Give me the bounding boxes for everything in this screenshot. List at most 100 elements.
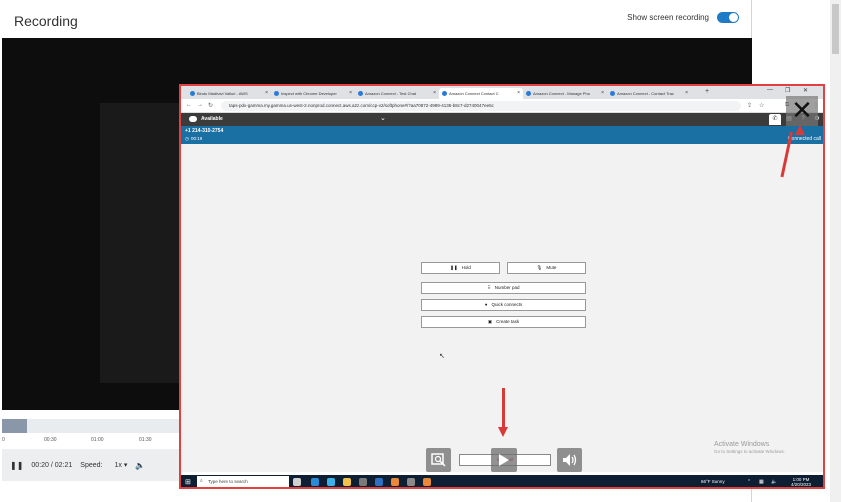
tab-close-icon[interactable]: × (685, 90, 688, 96)
annotation-arrowhead (795, 125, 805, 135)
browser-tab[interactable]: Amazon Connect - Contact Trac × (607, 88, 691, 99)
browser-tab-active[interactable]: Amazon Connect Contact C × (439, 88, 523, 99)
screen-recording-toggle-row: Show screen recording (627, 12, 739, 23)
close-recording-button[interactable]: ✕ (786, 96, 818, 126)
network-icon[interactable]: ▦ (759, 479, 764, 485)
weather-widget[interactable]: 66°F Sunny (701, 479, 725, 484)
taskbar-search-box[interactable]: ⌕ Type here to search (197, 476, 289, 487)
annotation-arrow (502, 388, 505, 428)
tab-favicon-icon (190, 91, 195, 96)
timeline-scrubber[interactable] (2, 419, 180, 433)
new-tab-button[interactable]: + (705, 88, 709, 95)
chrome-browser-icon[interactable] (423, 478, 431, 486)
taskbar-app-icon[interactable] (311, 478, 319, 486)
timeline-ticks: 0 00:30 01:00 01:30 (2, 433, 180, 445)
tab-label: Amazon Connect - Manage Pho (533, 91, 590, 96)
create-task-button[interactable]: ▣ Create task (421, 316, 586, 328)
zoom-icon[interactable] (426, 448, 451, 472)
play-button[interactable] (491, 448, 517, 472)
tab-favicon-icon (610, 91, 615, 96)
clock-icon: ◷ (185, 136, 189, 141)
tab-close-icon[interactable]: × (517, 90, 520, 96)
windows-start-icon[interactable]: ⊞ (185, 478, 191, 486)
panel-title: Recording (14, 13, 78, 29)
ccp-header: Available ⌄ ✆ ▤ ? ⚙ (181, 113, 823, 126)
tab-favicon-icon (442, 91, 447, 96)
microphone-icon: 🎙 (536, 265, 543, 270)
status-chevron-down-icon[interactable]: ⌄ (380, 114, 386, 122)
tab-close-icon[interactable]: × (349, 90, 352, 96)
activate-windows-watermark: Activate Windows Go to Settings to activ… (714, 441, 785, 454)
watermark-title: Activate Windows (714, 441, 770, 448)
quick-connects-button[interactable]: ● Quick connects (421, 299, 586, 311)
reload-icon[interactable]: ↻ (208, 102, 213, 109)
tab-label: Amazon Connect - Contact Trac (617, 91, 674, 96)
browser-tab[interactable]: Amazon Connect - Test Chat × (355, 88, 439, 99)
edge-browser-icon[interactable] (327, 478, 335, 486)
store-icon[interactable] (359, 478, 367, 486)
mail-icon[interactable] (375, 478, 383, 486)
quick-connects-label: Quick connects (491, 302, 523, 307)
tab-favicon-icon (274, 91, 279, 96)
mouse-cursor-icon: ↖ (439, 353, 445, 360)
tick-label: 00:30 (44, 437, 57, 443)
play-icon (499, 454, 509, 466)
keypad-icon: ⠿ (487, 285, 491, 290)
tick-label: 01:00 (91, 437, 104, 443)
number-pad-button[interactable]: ⠿ Number pad (421, 282, 586, 294)
tab-label: Inspect with Chrome Developer (281, 91, 337, 96)
volume-icon[interactable]: 🔈 (135, 461, 145, 470)
url-field[interactable]: taps-pdx-gamma.my.gamma.us-west-2.nonpro… (221, 101, 741, 111)
tab-close-icon[interactable]: × (601, 90, 604, 96)
screen-recording-toggle[interactable] (717, 12, 739, 23)
caller-number: +1 214-310-2754 (185, 128, 224, 134)
share-icon[interactable]: ⇪ (747, 102, 752, 109)
tab-close-icon[interactable]: × (433, 90, 436, 96)
back-icon[interactable]: ← (186, 102, 192, 108)
playback-time: 00:20 / 02:21 (31, 461, 73, 469)
watermark-subtitle: Go to Settings to activate Windows. (714, 449, 786, 454)
task-icon: ▣ (487, 319, 493, 324)
browser-tab[interactable]: Inspect with Chrome Developer × (271, 88, 355, 99)
taskbar-app-icon[interactable] (407, 478, 415, 486)
screen-recording-toggle-label: Show screen recording (627, 13, 709, 22)
taskbar-app-icon[interactable] (293, 478, 301, 486)
tray-chevron-icon[interactable]: ⌃ (747, 479, 751, 485)
page-scrollbar[interactable] (830, 0, 841, 502)
taskbar-clock[interactable]: 1:00 PM 4/20/2023 (791, 477, 811, 487)
tab-close-icon[interactable]: × (265, 90, 268, 96)
window-close-icon[interactable]: ✕ (803, 87, 808, 94)
tab-favicon-icon (526, 91, 531, 96)
browser-tab[interactable]: Bindu Madhavi Valluri - AWS × (187, 88, 271, 99)
restore-icon[interactable]: ❐ (785, 87, 790, 94)
tick-label: 0 (2, 437, 5, 443)
agent-status[interactable]: Available (201, 116, 223, 122)
tab-label: Amazon Connect - Test Chat (365, 91, 417, 96)
volume-button[interactable] (557, 448, 582, 472)
browser-tab-bar: Bindu Madhavi Valluri - AWS × Inspect wi… (181, 86, 823, 99)
phone-tab-icon[interactable]: ✆ (769, 114, 781, 125)
active-call-bar: +1 214-310-2754 ◷ 00:19 Connected call (181, 126, 823, 144)
search-icon: ⌕ (200, 478, 203, 484)
call-state: Connected call (787, 136, 821, 142)
minimize-icon[interactable]: — (767, 87, 773, 93)
volume-icon[interactable]: 🔈 (771, 479, 777, 485)
hold-label: Hold (461, 265, 471, 270)
speed-label: Speed: (80, 461, 103, 469)
taskbar-search-placeholder: Type here to search (208, 479, 248, 484)
browser-tab[interactable]: Amazon Connect - Manage Pho × (523, 88, 607, 99)
chrome-browser-icon[interactable] (391, 478, 399, 486)
forward-icon[interactable]: → (197, 102, 203, 108)
windows-taskbar: ⊞ ⌕ Type here to search 66°F Sunny ⌃ ▦ 🔈… (181, 475, 823, 487)
close-icon: ✕ (791, 95, 813, 125)
zoom-icon (430, 453, 446, 467)
speed-select[interactable]: 1x ▾ (114, 461, 127, 469)
tab-label: Bindu Madhavi Valluri - AWS (197, 91, 248, 96)
pause-icon[interactable]: ❚❚ (10, 461, 23, 470)
file-explorer-icon[interactable] (343, 478, 351, 486)
bookmark-star-icon[interactable]: ☆ (759, 102, 764, 109)
address-bar-row: ← → ↻ taps-pdx-gamma.my.gamma.us-west-2.… (181, 99, 823, 113)
hold-button[interactable]: ❚❚ Hold (421, 262, 500, 274)
mute-button[interactable]: 🎙 Mute (507, 262, 586, 274)
number-pad-label: Number pad (494, 285, 520, 290)
